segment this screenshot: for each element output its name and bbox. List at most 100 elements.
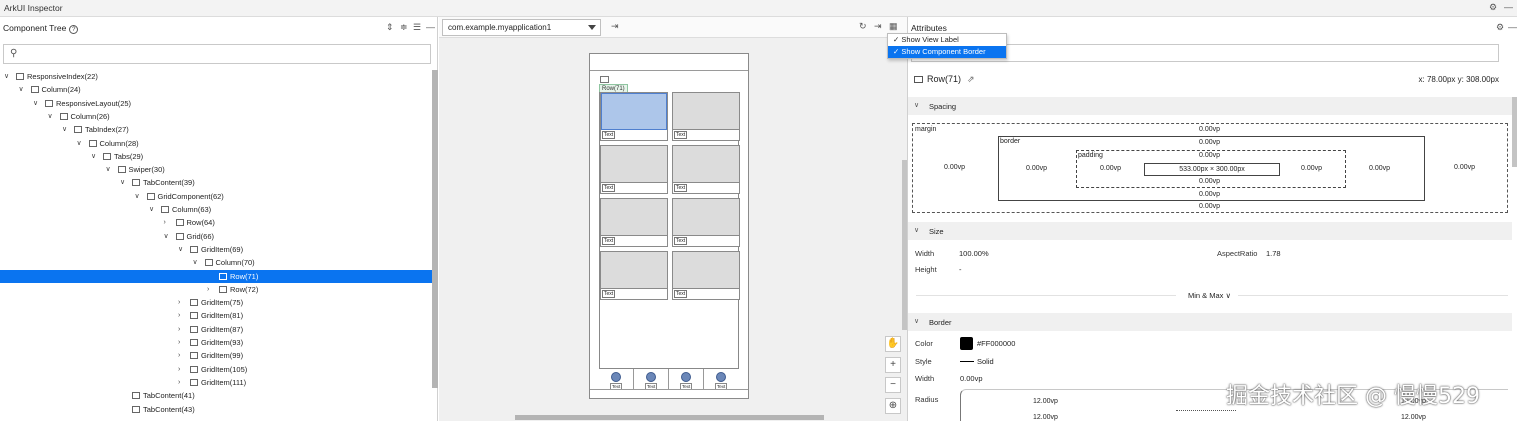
- chevron-down-icon[interactable]: ∨: [135, 190, 143, 203]
- tree-scrollbar[interactable]: [432, 70, 438, 388]
- spacing-section-header[interactable]: ∨ Spacing: [908, 97, 1512, 115]
- border-color-value[interactable]: #FF000000: [977, 339, 1015, 348]
- minimize-panel-icon[interactable]: —: [1508, 22, 1517, 32]
- color-swatch[interactable]: [960, 337, 973, 350]
- tree-node[interactable]: ∨ GridComponent(62): [0, 190, 432, 203]
- chevron-right-icon[interactable]: ›: [164, 216, 172, 229]
- preview-h-scrollbar[interactable]: [515, 415, 824, 420]
- tree-node[interactable]: ∨ ResponsiveLayout(25): [0, 97, 432, 110]
- tree-node[interactable]: ∨ ResponsiveIndex(22): [0, 70, 432, 83]
- tree-node[interactable]: › GridItem(81): [0, 309, 432, 322]
- chevron-right-icon[interactable]: ›: [178, 376, 186, 389]
- chevron-right-icon[interactable]: ›: [178, 296, 186, 309]
- chevron-right-icon[interactable]: ›: [178, 363, 186, 376]
- tree-node[interactable]: › Row(64): [0, 216, 432, 229]
- tree-node[interactable]: ∨ Tabs(29): [0, 150, 432, 163]
- width-value[interactable]: 100.00%: [959, 249, 989, 258]
- chevron-down-icon[interactable]: ∨: [120, 176, 128, 189]
- fit-screen-icon[interactable]: ⊕: [885, 398, 901, 414]
- tree-node[interactable]: › GridItem(75): [0, 296, 432, 309]
- tree-node[interactable]: › GridItem(105): [0, 363, 432, 376]
- tree-node[interactable]: ∨ Swiper(30): [0, 163, 432, 176]
- help-icon[interactable]: ?: [69, 25, 79, 34]
- attributes-scrollbar[interactable]: [1512, 97, 1517, 167]
- tree-node[interactable]: › Row(72): [0, 283, 432, 296]
- zoom-out-icon[interactable]: −: [885, 377, 901, 393]
- chevron-down-icon[interactable]: ∨: [193, 256, 201, 269]
- tree-node[interactable]: › GridItem(111): [0, 376, 432, 389]
- border-section-header[interactable]: ∨ Border: [908, 313, 1512, 331]
- chevron-down-icon[interactable]: ∨: [106, 163, 114, 176]
- tree-node[interactable]: Row(71): [0, 269, 432, 283]
- tree-node[interactable]: ∨ Column(26): [0, 110, 432, 123]
- grid-cell[interactable]: Text: [672, 198, 740, 247]
- tree-node[interactable]: ∨ Column(70): [0, 256, 432, 269]
- tree-node[interactable]: ∨ Column(28): [0, 137, 432, 150]
- minimize-icon[interactable]: —: [1504, 2, 1513, 12]
- tree-node[interactable]: › GridItem(93): [0, 336, 432, 349]
- disconnect-icon[interactable]: ⇥: [611, 21, 619, 32]
- aspect-ratio-value[interactable]: 1.78: [1266, 249, 1281, 258]
- tree-node[interactable]: ∨ Column(63): [0, 203, 432, 216]
- min-max-toggle[interactable]: Min & Max ∨: [1188, 291, 1231, 300]
- tab-button[interactable]: Text: [634, 369, 669, 390]
- grid-cell[interactable]: Text: [600, 145, 668, 194]
- grid-cell[interactable]: Text: [600, 251, 668, 300]
- menu-item-show-component-border[interactable]: ✓ Show Component Border: [888, 46, 1006, 58]
- refresh-icon[interactable]: ↻: [859, 21, 867, 32]
- grid-cell[interactable]: Text: [600, 92, 668, 141]
- gear-icon[interactable]: ⚙: [1489, 2, 1497, 13]
- border-style-value[interactable]: Solid: [977, 357, 994, 366]
- radius-bottom-right[interactable]: 12.00vp: [1401, 414, 1426, 421]
- size-section-header[interactable]: ∨ Size: [908, 222, 1512, 240]
- chevron-right-icon[interactable]: ›: [207, 283, 215, 296]
- tree-node[interactable]: ∨ GridItem(69): [0, 243, 432, 256]
- tree-node[interactable]: › GridItem(87): [0, 323, 432, 336]
- locate-icon[interactable]: ⇗: [967, 74, 975, 84]
- tree-node[interactable]: › GridItem(99): [0, 349, 432, 362]
- chevron-down-icon[interactable]: ∨: [48, 110, 56, 123]
- chevron-down-icon[interactable]: ∨: [77, 137, 85, 150]
- chevron-down-icon[interactable]: ∨: [33, 97, 41, 110]
- tree-search-input[interactable]: ⚲: [3, 44, 431, 64]
- chevron-right-icon[interactable]: ›: [178, 336, 186, 349]
- tree-node[interactable]: TabContent(41): [0, 389, 432, 402]
- hand-tool-icon[interactable]: ✋: [885, 336, 901, 352]
- chevron-down-icon[interactable]: ∨: [62, 123, 70, 136]
- grid-cell[interactable]: Text: [672, 251, 740, 300]
- tree-node[interactable]: ∨ TabIndex(27): [0, 123, 432, 136]
- chevron-down-icon[interactable]: ∨: [149, 203, 157, 216]
- view-options-icon[interactable]: ▦: [889, 21, 898, 32]
- grid-cell[interactable]: Text: [672, 145, 740, 194]
- tree-node[interactable]: ∨ Column(24): [0, 83, 432, 96]
- radius-bottom-left[interactable]: 12.00vp: [1033, 414, 1058, 421]
- chevron-down-icon[interactable]: ∨: [91, 150, 99, 163]
- collapse-all-icon[interactable]: ≑: [400, 22, 408, 33]
- tree-node[interactable]: TabContent(43): [0, 403, 432, 416]
- chevron-right-icon[interactable]: ›: [178, 309, 186, 322]
- radius-top-left[interactable]: 12.00vp: [1033, 398, 1058, 405]
- chevron-right-icon[interactable]: ›: [178, 323, 186, 336]
- chevron-down-icon[interactable]: ∨: [164, 230, 172, 243]
- tree-node[interactable]: ∨ TabContent(39): [0, 176, 432, 189]
- expand-all-icon[interactable]: ⇕: [386, 22, 394, 33]
- grid-cell[interactable]: Text: [672, 92, 740, 141]
- height-value[interactable]: -: [959, 265, 962, 274]
- device-select[interactable]: com.example.myapplication1: [442, 19, 601, 36]
- filter-list-icon[interactable]: ☰: [413, 22, 421, 33]
- menu-item-show-view-label[interactable]: ✓ Show View Label: [888, 34, 1006, 46]
- tab-button[interactable]: Text: [599, 369, 634, 390]
- chevron-down-icon[interactable]: ∨: [19, 83, 27, 96]
- tree-node[interactable]: ∨ Grid(66): [0, 230, 432, 243]
- border-width-value[interactable]: 0.00vp: [960, 374, 983, 383]
- gear-icon[interactable]: ⚙: [1496, 22, 1504, 33]
- zoom-in-icon[interactable]: +: [885, 357, 901, 373]
- chevron-down-icon[interactable]: ∨: [178, 243, 186, 256]
- export-icon[interactable]: ⇥: [874, 21, 882, 32]
- tab-button[interactable]: Text: [704, 369, 739, 390]
- grid-cell[interactable]: Text: [600, 198, 668, 247]
- chevron-down-icon[interactable]: ∨: [4, 70, 12, 83]
- chevron-right-icon[interactable]: ›: [178, 349, 186, 362]
- minimize-panel-icon[interactable]: —: [426, 22, 435, 32]
- tab-button[interactable]: Text: [669, 369, 704, 390]
